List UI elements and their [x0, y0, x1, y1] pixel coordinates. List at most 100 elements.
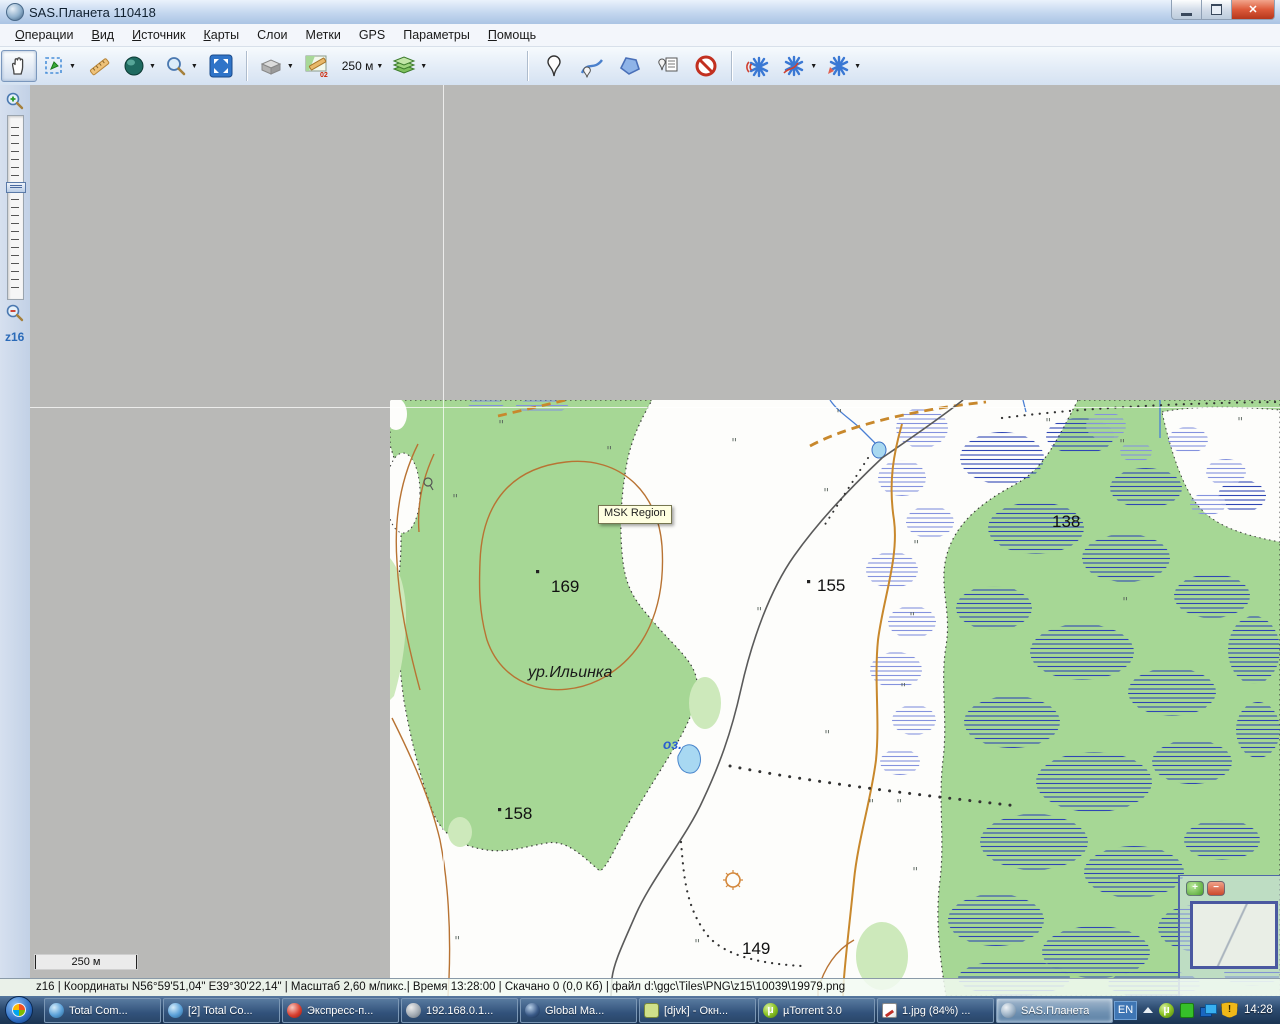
total-commander-icon — [168, 1003, 183, 1018]
image-file-icon — [882, 1003, 897, 1018]
task-global-mapper[interactable]: Global Ma... — [520, 998, 637, 1023]
full-map-button[interactable]: ▼ — [119, 50, 159, 82]
menu-maps[interactable]: Карты — [194, 25, 248, 45]
task-djvu-viewer[interactable]: [djvk] - Окн... — [639, 998, 756, 1023]
minimap-zoom-in-button[interactable]: + — [1186, 881, 1204, 896]
chevron-down-icon: ▼ — [810, 63, 817, 70]
window-title: SAS.Планета 110418 — [29, 5, 156, 20]
zoom-in-button[interactable] — [4, 90, 26, 117]
menu-gps[interactable]: GPS — [350, 25, 394, 45]
menu-help[interactable]: Помощь — [479, 25, 545, 45]
task-label: Global Ma... — [545, 1005, 604, 1017]
task-label: SAS.Планета — [1021, 1005, 1089, 1017]
chevron-down-icon: ▼ — [191, 63, 198, 70]
map-scale-icon: 02 — [303, 53, 331, 79]
polygon-icon — [617, 53, 643, 79]
zoom-tool-button[interactable]: ▼ — [161, 50, 201, 82]
menu-source[interactable]: Источник — [123, 25, 194, 45]
express-icon — [287, 1003, 302, 1018]
no-entry-icon — [693, 53, 719, 79]
elevation-label: 149 — [742, 939, 770, 958]
map-scale-button[interactable]: 02 — [299, 50, 335, 82]
selection-manager-button[interactable]: ▼ — [39, 50, 79, 82]
path-icon — [579, 53, 605, 79]
minimap-zoom-out-button[interactable]: − — [1207, 881, 1225, 896]
scale-select-button[interactable]: 250 м ▼ — [337, 50, 387, 82]
zoom-out-button[interactable] — [4, 302, 26, 329]
task-express[interactable]: Экспресс-п... — [282, 998, 399, 1023]
add-polygon-button[interactable] — [612, 50, 648, 82]
close-button[interactable]: ✕ — [1231, 0, 1275, 20]
hide-marks-button[interactable] — [688, 50, 724, 82]
gps-connect-button[interactable] — [740, 50, 776, 82]
chevron-down-icon: ▼ — [287, 63, 294, 70]
task-sas-planet[interactable]: SAS.Планета — [996, 998, 1113, 1023]
add-placemark-button[interactable] — [536, 50, 572, 82]
elevation-label: 138 — [1052, 512, 1080, 531]
chevron-down-icon: ▼ — [854, 63, 861, 70]
task-label: 192.168.0.1... — [426, 1005, 493, 1017]
zoom-out-icon — [4, 302, 26, 324]
language-indicator[interactable]: EN — [1114, 1001, 1137, 1020]
tile-grid-line-vertical — [443, 85, 444, 996]
task-router[interactable]: 192.168.0.1... — [401, 998, 518, 1023]
task-image-viewer[interactable]: 1.jpg (84%) ... — [877, 998, 994, 1023]
layers-icon — [391, 54, 417, 78]
chevron-down-icon: ▼ — [69, 63, 76, 70]
tile-grid-line-horizontal — [30, 407, 1280, 408]
zoom-panel: z16 — [0, 85, 31, 978]
toolbar-separator — [246, 51, 248, 81]
minimize-button[interactable] — [1171, 0, 1202, 20]
add-path-button[interactable] — [574, 50, 610, 82]
map-tile: 169 155 158 149 138 ур.Ильинка оз. — [390, 400, 1280, 996]
menu-parameters[interactable]: Параметры — [394, 25, 479, 45]
task-total-commander-2[interactable]: [2] Total Co... — [163, 998, 280, 1023]
network-icon[interactable] — [1200, 1004, 1215, 1017]
cache-type-button[interactable]: ▼ — [255, 50, 297, 82]
chevron-down-icon: ▼ — [376, 63, 383, 70]
task-label: Экспресс-п... — [307, 1005, 373, 1017]
task-utorrent[interactable]: µ µTorrent 3.0 — [758, 998, 875, 1023]
tray-clock[interactable]: 14:28 — [1244, 1004, 1273, 1016]
minimap-view-frame[interactable] — [1190, 901, 1278, 969]
ruler-button[interactable] — [81, 50, 117, 82]
tray-app-icon[interactable] — [1180, 1003, 1194, 1018]
task-total-commander-1[interactable]: Total Com... — [44, 998, 161, 1023]
toolbar-separator — [731, 51, 733, 81]
toolbar: ▼ ▼ ▼ ▼ — [0, 47, 1280, 86]
pan-hand-button[interactable] — [1, 50, 37, 82]
zoom-in-icon — [4, 90, 26, 112]
menu-operations[interactable]: Операции — [6, 25, 82, 45]
globe-icon — [525, 1003, 540, 1018]
map-viewport[interactable]: 169 155 158 149 138 ур.Ильинка оз. MSK R… — [30, 85, 1280, 996]
placemark-manager-button[interactable] — [650, 50, 686, 82]
restore-icon — [1211, 4, 1222, 15]
gps-center-button[interactable]: ▼ — [822, 50, 864, 82]
start-button[interactable] — [5, 996, 33, 1024]
fullscreen-button[interactable] — [203, 50, 239, 82]
place-label: ур.Ильинка — [527, 664, 612, 681]
toolbar-separator — [527, 51, 529, 81]
menu-view[interactable]: Вид — [82, 25, 123, 45]
gps-tracks-button[interactable]: ▼ — [778, 50, 820, 82]
task-label: [2] Total Co... — [188, 1005, 253, 1017]
show-hidden-icons[interactable] — [1143, 1007, 1153, 1013]
map-tooltip: MSK Region — [598, 505, 672, 524]
fullscreen-icon — [208, 53, 234, 79]
scale-value: 250 м — [342, 59, 374, 73]
selection-rect-icon — [42, 54, 66, 78]
zoom-slider[interactable] — [7, 115, 24, 300]
menu-layers[interactable]: Слои — [248, 25, 296, 45]
elevation-label: 158 — [504, 804, 532, 823]
menu-marks[interactable]: Метки — [297, 25, 350, 45]
system-tray: EN µ ! 14:28 — [1114, 1001, 1280, 1020]
restore-button[interactable] — [1202, 0, 1231, 20]
placemark-icon — [543, 53, 565, 79]
placemark-list-icon — [655, 53, 681, 79]
layers-button[interactable]: ▼ — [388, 50, 430, 82]
zoom-slider-handle[interactable] — [6, 182, 26, 193]
utorrent-tray-icon[interactable]: µ — [1159, 1003, 1174, 1018]
elevation-label: 155 — [817, 576, 845, 595]
zoom-level-label: z16 — [5, 330, 24, 344]
security-warning-icon[interactable]: ! — [1221, 1002, 1238, 1018]
